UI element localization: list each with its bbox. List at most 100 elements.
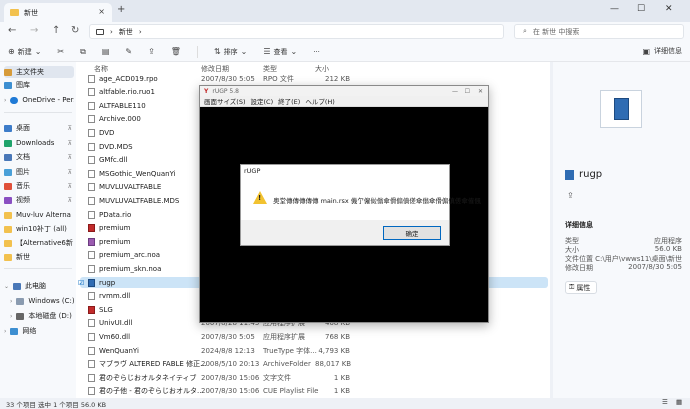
- sidebar-item-alternative[interactable]: 【Alternative6新: [4, 237, 74, 249]
- sidebar-item-network[interactable]: › 网络: [4, 325, 74, 337]
- back-icon[interactable]: ←: [8, 25, 16, 36]
- checkbox-icon[interactable]: ☑: [78, 279, 84, 287]
- file-name-text: ALTFABLE110: [99, 101, 146, 110]
- sidebar-label: 视频: [16, 196, 30, 204]
- paste-icon[interactable]: ▤: [102, 47, 110, 56]
- file-name: premium_arc.noa: [88, 251, 160, 260]
- path-box[interactable]: › 新世 ›: [89, 24, 504, 39]
- copy-icon[interactable]: ⧉: [80, 47, 86, 57]
- new-label: 新建: [17, 47, 32, 56]
- more-button[interactable]: ···: [313, 48, 320, 56]
- up-icon[interactable]: ↑: [52, 25, 60, 36]
- file-name: Vm60.dll: [88, 332, 130, 341]
- file-row[interactable]: 君のぞらじおオルタネイティブ 2007/8/30 15:06 文字文件 1 KB: [80, 372, 548, 383]
- menu-settings[interactable]: 設定(C): [251, 96, 274, 106]
- sidebar-item-d-drive[interactable]: › 本地磁盘 (D:): [10, 310, 80, 322]
- file-icon: [88, 74, 95, 83]
- tab-title: 新世: [24, 8, 38, 17]
- file-date: 2007/8/30 5:05: [201, 332, 255, 341]
- sidebar-label: 图片: [16, 168, 30, 176]
- delete-icon[interactable]: 🗑: [171, 47, 181, 56]
- sidebar-item-thispc[interactable]: ⌄ 此电脑: [4, 280, 74, 292]
- file-size: 768 KB: [325, 332, 350, 341]
- minimize-button[interactable]: —: [610, 4, 619, 14]
- file-name: DVD: [88, 128, 114, 137]
- pin-icon: ⊼: [67, 124, 72, 132]
- close-window-button[interactable]: ✕: [665, 4, 673, 14]
- new-tab-button[interactable]: +: [117, 4, 125, 15]
- file-date: 2007/8/30 15:06: [201, 387, 260, 396]
- file-name-text: Archive.000: [99, 115, 141, 124]
- sidebar-item-downloads[interactable]: Downloads ⊼: [4, 137, 74, 149]
- file-type: ArchiveFolder: [263, 360, 311, 369]
- sort-button[interactable]: ⇅ 排序 ⌄: [214, 47, 247, 57]
- dialog-body: ! 奥堂傳傳傳傳傳 main.rsx 僟亇僱傡傟傘傦傓傎傞傘傟傘傦傓傎傞傘傕偑: [241, 177, 481, 220]
- sidebar-item-xinshi[interactable]: 新世: [4, 251, 74, 263]
- sidebar-item-desktop[interactable]: 桌面 ⊼: [4, 122, 74, 134]
- cut-icon[interactable]: ✂: [57, 47, 64, 56]
- sidebar-label: OneDrive - Pers: [22, 96, 74, 104]
- ok-button[interactable]: 确定: [383, 226, 441, 240]
- size-value: 56.0 KB: [654, 245, 682, 253]
- sidebar-item-gallery[interactable]: 图库: [4, 79, 74, 91]
- menu-help[interactable]: ヘルプ(H): [305, 96, 334, 106]
- file-name: MUVLUVALTFABLE.MDS: [88, 196, 179, 205]
- list-view-icon[interactable]: ☰: [662, 398, 668, 406]
- file-row[interactable]: age_ACD019.rpo 2007/8/30 5:05 RPO 文件 212 KB: [80, 73, 548, 84]
- sidebar-item-music[interactable]: 音乐 ⊼: [4, 180, 74, 192]
- address-bar: ← → ↑ ↻ › 新世 › ⌕ 在 新世 中搜索: [0, 22, 690, 42]
- details-pane-button[interactable]: ▣ 详细信息: [642, 46, 682, 56]
- sidebar-divider: [4, 112, 72, 113]
- breadcrumb-separator: ›: [138, 27, 142, 36]
- new-button[interactable]: ⊕ 新建 ⌄: [8, 47, 41, 57]
- share-icon[interactable]: ⇪: [148, 47, 155, 56]
- document-icon: [4, 153, 12, 161]
- close-window-button[interactable]: ✕: [478, 88, 483, 95]
- sidebar-label: Downloads: [16, 139, 55, 147]
- sidebar-item-pictures[interactable]: 图片 ⊼: [4, 166, 74, 178]
- sidebar-item-videos[interactable]: 视频 ⊼: [4, 194, 74, 206]
- file-date: 2024/8/8 12:13: [201, 346, 255, 355]
- sidebar-item-onedrive[interactable]: › OneDrive - Pers: [4, 94, 74, 106]
- file-row[interactable]: 君の子他 - 君のぞらじおオルタ... 2007/8/30 15:06 CUE Pl…: [80, 386, 548, 397]
- chevron-right-icon: ›: [4, 327, 7, 335]
- properties-label: 属性: [576, 283, 591, 292]
- grid-view-icon[interactable]: ▦: [676, 398, 682, 406]
- sidebar-item-muvluv[interactable]: Muv-luv Alterna: [4, 209, 74, 221]
- sidebar-item-home[interactable]: 主文件夹: [4, 66, 74, 78]
- view-button[interactable]: ☰ 查看 ⌄: [263, 47, 297, 57]
- minimize-button[interactable]: —: [452, 88, 458, 95]
- file-row[interactable]: Vm60.dll 2007/8/30 5:05 应用程序扩展 768 KB: [80, 331, 548, 342]
- sidebar-item-win10[interactable]: win10补丁 (all): [4, 223, 74, 235]
- pin-icon: ⊼: [67, 182, 72, 190]
- maximize-button[interactable]: ☐: [465, 88, 470, 95]
- file-type: 文字文件: [263, 373, 291, 382]
- file-name: PData.rio: [88, 210, 131, 219]
- folder-icon: [4, 253, 12, 261]
- search-input[interactable]: ⌕ 在 新世 中搜索: [514, 24, 684, 39]
- refresh-icon[interactable]: ↻: [71, 25, 79, 36]
- properties-button[interactable]: ⚿ 属性: [565, 281, 597, 294]
- file-name-text: WenQuanYi: [99, 346, 139, 355]
- file-icon: [88, 278, 95, 287]
- file-name: premium_skn.noa: [88, 264, 161, 273]
- sidebar-item-documents[interactable]: 文档 ⊼: [4, 151, 74, 163]
- forward-icon[interactable]: →: [30, 25, 38, 36]
- sidebar-item-c-drive[interactable]: › Windows (C:): [10, 295, 80, 307]
- menu-screen-size[interactable]: 画面サイズ(S): [204, 96, 246, 106]
- file-name: 君のぞらじおオルタネイティブ: [88, 373, 196, 383]
- tab-close-button[interactable]: ×: [98, 7, 105, 16]
- details-section-title: 详细信息: [565, 221, 593, 229]
- rename-icon[interactable]: ✎: [125, 47, 132, 56]
- dialog-message: 奥堂傳傳傳傳傳 main.rsx 僟亇僱傡傟傘傦傓傎傞傘傟傘傦傓傎傞傘傕偑: [273, 197, 481, 205]
- file-name: MSGothic_WenQuanYi: [88, 169, 176, 178]
- maximize-button[interactable]: ☐: [637, 4, 645, 14]
- share-icon[interactable]: ⇪: [567, 191, 574, 200]
- modified-label: 修改日期: [565, 264, 593, 272]
- menu-exit[interactable]: 終了(E): [278, 96, 300, 106]
- file-row[interactable]: WenQuanYi 2024/8/8 12:13 TrueType 字体... 4,7…: [80, 345, 548, 356]
- file-row[interactable]: マブラヴ ALTERED FABLE 修正... 2008/5/10 20:13 A…: [80, 359, 548, 370]
- tab-current[interactable]: 新世 ×: [4, 3, 112, 22]
- file-name: Archive.000: [88, 115, 141, 124]
- breadcrumb-folder[interactable]: 新世: [119, 27, 133, 37]
